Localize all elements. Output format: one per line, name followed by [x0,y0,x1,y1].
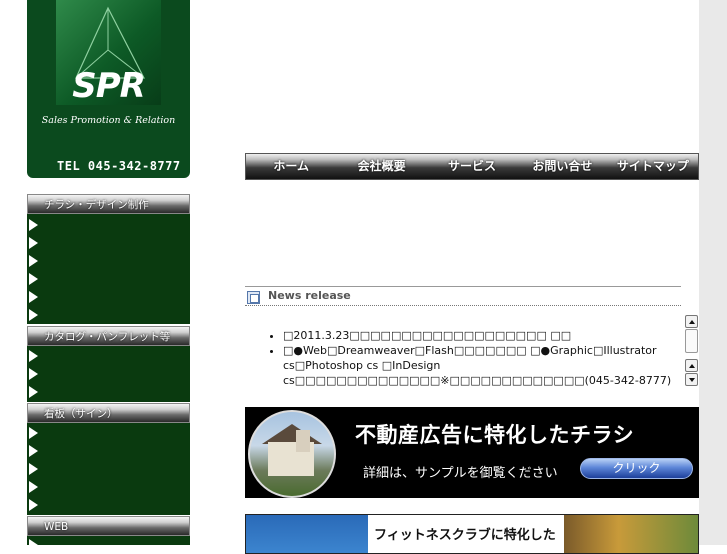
arrow-right-icon[interactable] [29,237,38,249]
sidebar-list-web [27,536,190,551]
news-heading: News release [268,289,351,302]
logo[interactable]: SPR Sales Promotion & Relation TEL 045-3… [27,0,190,178]
banner-subtitle: 詳細は、サンプルを御覧ください [363,466,558,481]
banner-title: 不動産広告に特化したチラシ [355,423,635,447]
arrow-right-icon[interactable] [29,309,38,321]
sidebar-list-flyer [27,214,190,324]
scrollbar[interactable] [685,359,698,387]
news-list: □2011.3.23□□□□□□□□□□□□□□□□□□□ □□ □●Web□D… [268,328,695,388]
phone-number: TEL 045-342-8777 [57,159,181,173]
arrow-right-icon[interactable] [29,427,38,439]
arrow-up-icon [689,320,695,324]
arrow-up-icon [689,364,695,368]
banner-title: フィットネスクラブに特化した [374,528,556,543]
arrow-right-icon[interactable] [29,273,38,285]
nav-service[interactable]: サービス [427,154,517,179]
arrow-right-icon[interactable] [29,291,38,303]
logo-tagline: Sales Promotion & Relation [41,115,176,126]
sidebar-list-catalog [27,346,190,402]
arrow-down-icon [689,378,695,382]
sidebar-header-signage: 看板（サイン） [27,403,190,423]
main-nav: ホーム 会社概要 サービス お問い合せ サイトマップ [245,153,699,180]
arrow-right-icon[interactable] [29,463,38,475]
sidebar-header-flyer: チラシ・デザイン制作 [27,194,190,214]
click-button[interactable]: クリック [580,458,693,479]
arrow-right-icon[interactable] [29,445,38,457]
arrow-right-icon[interactable] [29,368,38,380]
arrow-right-icon[interactable] [29,350,38,362]
arrow-right-icon[interactable] [29,499,38,511]
news-item[interactable]: □2011.3.23□□□□□□□□□□□□□□□□□□□ □□ [283,328,695,343]
nav-company[interactable]: 会社概要 [336,154,426,179]
arrow-right-icon[interactable] [29,219,38,231]
scroll-thumb[interactable] [685,329,698,353]
news-item[interactable]: □●Web□Dreamweaver□Flash□□□□□□□ □●Graphic… [283,343,695,388]
fitness-photo [564,515,698,553]
sidebar-header-web: WEB [27,516,190,536]
logo-brand: SPR [72,66,146,106]
scroll-down-button[interactable] [685,373,698,386]
arrow-right-icon[interactable] [29,539,38,551]
realestate-banner[interactable]: 不動産広告に特化したチラシ 詳細は、サンプルを御覧ください クリック [245,407,699,498]
nav-home[interactable]: ホーム [246,154,336,179]
house-image [248,410,336,498]
scroll-up-button[interactable] [685,315,698,328]
arrow-right-icon[interactable] [29,481,38,493]
sidebar-list-signage [27,423,190,515]
nav-sitemap[interactable]: サイトマップ [608,154,698,179]
nav-contact[interactable]: お問い合せ [517,154,607,179]
scroll-up-button[interactable] [685,359,698,372]
divider [245,286,681,287]
fitness-image [246,515,368,553]
fitness-banner[interactable]: フィットネスクラブに特化した [245,514,699,554]
window-icon [247,291,260,304]
divider [245,305,681,306]
arrow-right-icon[interactable] [29,255,38,267]
arrow-right-icon[interactable] [29,386,38,398]
right-gutter [699,0,727,545]
sidebar-header-catalog: カタログ・パンフレット等 [27,326,190,346]
scrollbar[interactable] [685,315,698,353]
